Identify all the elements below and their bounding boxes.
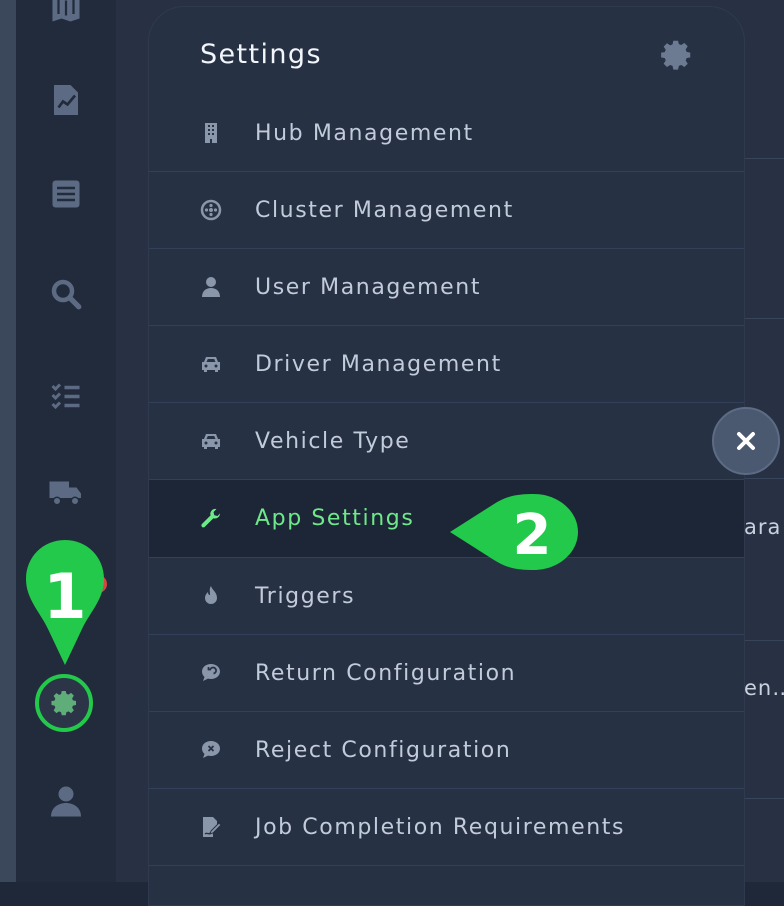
checklist-icon[interactable] <box>46 375 86 415</box>
car-icon <box>197 427 225 455</box>
settings-gear-button[interactable] <box>35 674 93 732</box>
menu-item-vehicle-type[interactable]: Vehicle Type <box>149 403 744 480</box>
menu-item-job-completion-requirements[interactable]: Job Completion Requirements <box>149 789 744 866</box>
cluster-icon <box>197 196 225 224</box>
menu-item-user-management[interactable]: User Management <box>149 249 744 326</box>
menu-item-label: Driver Management <box>255 351 502 377</box>
gear-icon <box>51 691 76 716</box>
user-icon <box>197 273 225 301</box>
close-button[interactable] <box>712 407 780 475</box>
truck-icon[interactable] <box>46 472 86 512</box>
sidebar <box>16 0 116 882</box>
settings-menu: Hub Management Cluster Management User M… <box>149 95 744 866</box>
menu-item-label: App Settings <box>255 506 415 531</box>
car-icon <box>197 350 225 378</box>
window-edge <box>0 0 16 882</box>
fire-icon <box>197 582 225 610</box>
return-chat-icon <box>197 659 225 687</box>
settings-panel: Settings Hub Management Cluster Manageme… <box>148 6 745 906</box>
menu-item-hub-management[interactable]: Hub Management <box>149 95 744 172</box>
menu-item-label: Hub Management <box>255 120 474 146</box>
background-row-text: en… <box>744 676 784 700</box>
step-marker-1: 1 <box>24 538 106 668</box>
menu-item-label: Job Completion Requirements <box>255 814 626 840</box>
menu-item-driver-management[interactable]: Driver Management <box>149 326 744 403</box>
gear-icon <box>657 36 695 74</box>
menu-item-label: Return Configuration <box>255 660 517 686</box>
report-icon[interactable] <box>46 80 86 120</box>
close-icon <box>737 432 755 450</box>
step-marker-number: 1 <box>43 560 86 633</box>
signature-icon <box>197 813 225 841</box>
menu-item-label: Reject Configuration <box>255 737 512 763</box>
menu-item-label: Triggers <box>255 583 356 609</box>
menu-item-triggers[interactable]: Triggers <box>149 558 744 635</box>
background-row-text: ara <box>744 515 782 539</box>
menu-item-label: User Management <box>255 274 482 300</box>
menu-item-label: Cluster Management <box>255 197 514 223</box>
building-icon <box>197 119 225 147</box>
step-marker-number: 2 <box>513 503 552 568</box>
wrench-icon <box>197 505 225 533</box>
menu-item-app-settings[interactable]: App Settings <box>149 480 744 558</box>
menu-item-return-configuration[interactable]: Return Configuration <box>149 635 744 712</box>
list-icon[interactable] <box>46 174 86 214</box>
menu-item-label: Vehicle Type <box>255 428 411 454</box>
menu-item-cluster-management[interactable]: Cluster Management <box>149 172 744 249</box>
user-icon[interactable] <box>46 780 86 820</box>
panel-title: Settings <box>200 39 322 70</box>
map-icon[interactable] <box>46 0 86 28</box>
menu-item-reject-configuration[interactable]: Reject Configuration <box>149 712 744 789</box>
search-icon[interactable] <box>46 274 86 314</box>
reject-chat-icon <box>197 736 225 764</box>
step-marker-2: 2 <box>448 492 580 572</box>
panel-pointer <box>122 688 149 728</box>
